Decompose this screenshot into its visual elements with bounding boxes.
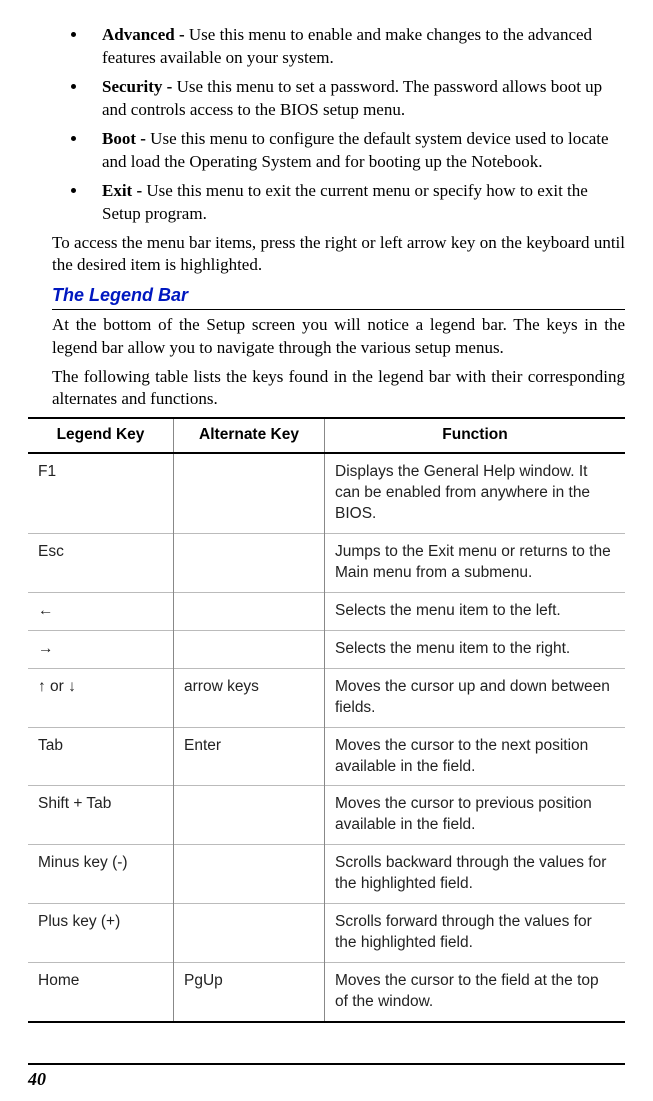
table-row: ↑ or ↓arrow keysMoves the cursor up and … (28, 668, 625, 727)
legend-intro-2: The following table lists the keys found… (52, 366, 625, 412)
cell-alt: arrow keys (174, 668, 325, 727)
cell-func: Moves the cursor up and down between fie… (325, 668, 626, 727)
cell-func: Moves the cursor to the next position av… (325, 727, 626, 786)
table-row: → Selects the menu item to the right. (28, 630, 625, 668)
cell-legend: Plus key (+) (28, 904, 174, 963)
header-alternate-key: Alternate Key (174, 418, 325, 453)
term-boot: Boot - (102, 129, 150, 148)
access-instructions: To access the menu bar items, press the … (52, 232, 625, 278)
cell-legend: Esc (28, 534, 174, 593)
cell-func: Selects the menu item to the right. (325, 630, 626, 668)
table-row: Shift + Tab Moves the cursor to previous … (28, 786, 625, 845)
cell-func: Selects the menu item to the left. (325, 592, 626, 630)
table-row: Minus key (-) Scrolls backward through th… (28, 845, 625, 904)
cell-alt (174, 904, 325, 963)
table-row: HomePgUpMoves the cursor to the field at… (28, 963, 625, 1022)
term-boot-desc: Use this menu to configure the default s… (102, 129, 609, 171)
cell-legend: Minus key (-) (28, 845, 174, 904)
list-item: Security - Use this menu to set a passwo… (88, 76, 625, 122)
cell-alt (174, 786, 325, 845)
cell-legend: ← (28, 592, 174, 630)
header-function: Function (325, 418, 626, 453)
table-row: ← Selects the menu item to the left. (28, 592, 625, 630)
cell-func: Jumps to the Exit menu or returns to the… (325, 534, 626, 593)
list-item: Exit - Use this menu to exit the current… (88, 180, 625, 226)
cell-alt (174, 592, 325, 630)
cell-alt: PgUp (174, 963, 325, 1022)
legend-intro-1: At the bottom of the Setup screen you wi… (52, 314, 625, 360)
term-exit-desc: Use this menu to exit the current menu o… (102, 181, 588, 223)
cell-func: Displays the General Help window. It can… (325, 453, 626, 533)
cell-alt (174, 630, 325, 668)
cell-legend: → (28, 630, 174, 668)
cell-func: Scrolls backward through the values for … (325, 845, 626, 904)
table-row: TabEnterMoves the cursor to the next pos… (28, 727, 625, 786)
legend-bar-heading: The Legend Bar (52, 283, 625, 309)
table-row: F1 Displays the General Help window. It c… (28, 453, 625, 533)
menu-bullet-list: Advanced - Use this menu to enable and m… (28, 24, 625, 226)
cell-alt (174, 534, 325, 593)
cell-alt (174, 453, 325, 533)
cell-legend: Tab (28, 727, 174, 786)
cell-func: Scrolls forward through the values for t… (325, 904, 626, 963)
cell-legend: F1 (28, 453, 174, 533)
table-row: Plus key (+) Scrolls forward through the … (28, 904, 625, 963)
term-advanced: Advanced - (102, 25, 189, 44)
table-header-row: Legend Key Alternate Key Function (28, 418, 625, 453)
list-item: Boot - Use this menu to configure the de… (88, 128, 625, 174)
term-exit: Exit - (102, 181, 146, 200)
term-security: Security - (102, 77, 177, 96)
header-legend-key: Legend Key (28, 418, 174, 453)
cell-legend: ↑ or ↓ (28, 668, 174, 727)
cell-alt (174, 845, 325, 904)
term-security-desc: Use this menu to set a password. The pas… (102, 77, 602, 119)
list-item: Advanced - Use this menu to enable and m… (88, 24, 625, 70)
cell-func: Moves the cursor to the field at the top… (325, 963, 626, 1022)
cell-func: Moves the cursor to previous position av… (325, 786, 626, 845)
legend-key-table: Legend Key Alternate Key Function F1 Disp… (28, 417, 625, 1022)
table-row: Esc Jumps to the Exit menu or returns to … (28, 534, 625, 593)
cell-legend: Home (28, 963, 174, 1022)
page-number: 40 (28, 1063, 625, 1091)
cell-alt: Enter (174, 727, 325, 786)
cell-legend: Shift + Tab (28, 786, 174, 845)
